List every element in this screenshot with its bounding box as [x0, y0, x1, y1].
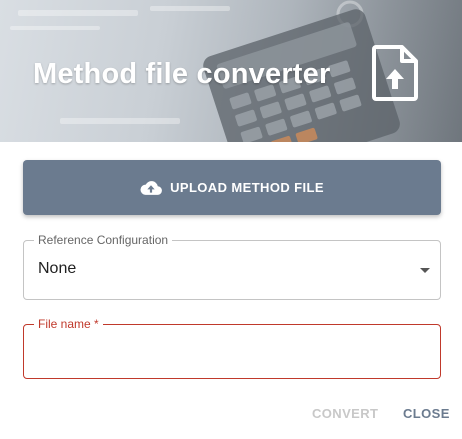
- upload-method-file-button[interactable]: UPLOAD METHOD FILE: [23, 160, 441, 215]
- header-banner: Method file converter: [0, 0, 462, 142]
- file-name-label: File name *: [34, 317, 103, 331]
- reference-configuration-value: None: [38, 260, 77, 277]
- dropdown-arrow-icon[interactable]: [420, 268, 430, 273]
- file-upload-icon: [372, 45, 418, 101]
- upload-button-label: UPLOAD METHOD FILE: [170, 180, 324, 195]
- close-button[interactable]: CLOSE: [403, 406, 450, 421]
- reference-configuration-select[interactable]: Reference Configuration None: [23, 233, 441, 300]
- reference-configuration-label: Reference Configuration: [34, 233, 173, 247]
- dialog-title: Method file converter: [33, 58, 331, 90]
- cloud-upload-icon: [140, 180, 163, 195]
- convert-button[interactable]: CONVERT: [312, 406, 378, 421]
- file-name-field: File name *: [23, 317, 441, 379]
- file-name-input[interactable]: [36, 341, 430, 365]
- method-converter-dialog: Method file converter UPLOAD METHOD FILE…: [0, 0, 462, 439]
